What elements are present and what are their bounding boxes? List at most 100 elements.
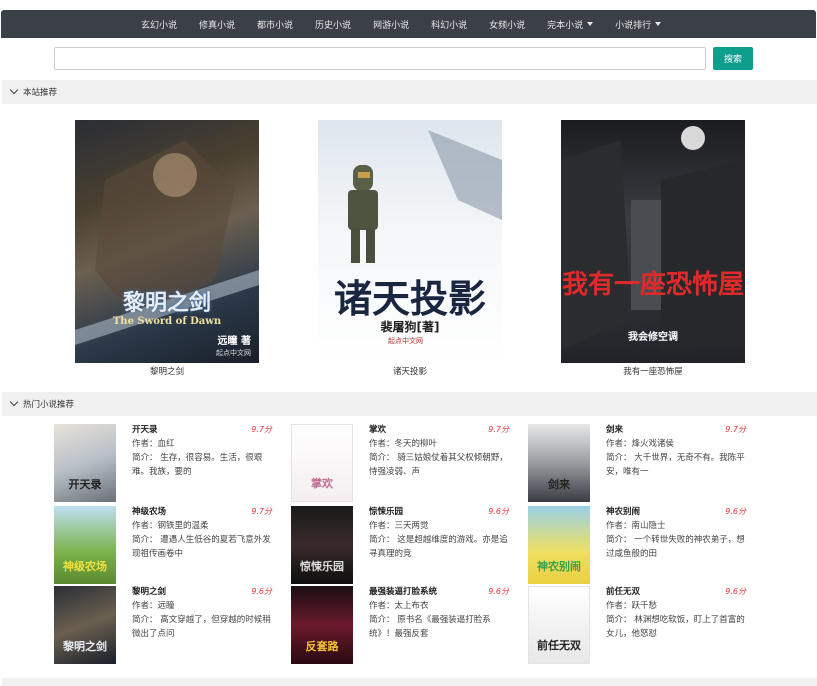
- cover-author: 我会修空调: [628, 332, 678, 343]
- book-author: 作者：跃千愁: [606, 601, 658, 611]
- book-cover[interactable]: 神农别闹: [528, 506, 590, 584]
- featured-book[interactable]: 诸天投影 裴屠狗[著] 起点中文网 诸天投影: [318, 120, 502, 377]
- hot-novel-item[interactable]: 黎明之剑 黎明之剑 9.6分 作者：远瞳 简介： 高文穿越了，但穿越的时候稍微出了点问: [54, 586, 276, 664]
- book-score: 9.6分: [488, 587, 509, 596]
- nav-item[interactable]: 完本小说: [547, 18, 594, 31]
- chevron-down-icon: [9, 397, 19, 407]
- cover-title: 我有一座恐怖屋: [561, 270, 744, 300]
- nav-item-label: 女频小说: [489, 20, 526, 31]
- nav-item[interactable]: 网游小说: [373, 18, 409, 31]
- nav-item[interactable]: 修真小说: [199, 18, 235, 31]
- book-cover[interactable]: 黎明之剑 The Sword of Dawn 远瞳 著 起点中文网: [75, 120, 259, 363]
- hot-novel-item[interactable]: 剑来 剑来 9.7分 作者：烽火戏诸侯 简介： 大千世界，无奇不有。我陈平安，唯有一: [528, 424, 750, 502]
- book-cover[interactable]: 惊悚乐园: [291, 506, 353, 584]
- book-author: 作者：南山隐士: [606, 521, 666, 531]
- book-info: 最强装逼打脸系统 9.6分 作者：太上布衣 简介： 原书名《最强装逼打脸系统》！最强反…: [369, 586, 513, 641]
- nav-item[interactable]: 玄幻小说: [141, 18, 177, 31]
- cover-title: 反套路: [305, 640, 339, 653]
- book-info: 开天录 9.7分 作者：血红 简介： 生存，很容易。生活，很艰难。我族，要的: [132, 424, 276, 479]
- cover-title: 神农别闹: [537, 560, 581, 573]
- book-description: 简介： 骑三姑娘仗着其父权倾朝野，恃强凌弱、声: [369, 453, 508, 477]
- hot-novel-item[interactable]: 神级农场 神级农场 9.7分 作者：钢铁里的温柔 简介： 遭遇人生低谷的夏若飞意外发现祖…: [54, 506, 276, 584]
- cover-subtitle: The Sword of Dawn: [112, 316, 222, 327]
- book-info: 神农别闹 9.6分 作者：南山隐士 简介： 一个转世失败的神农弟子，想过咸鱼般的田: [606, 506, 750, 561]
- cover-art: [561, 126, 745, 350]
- book-score: 9.7分: [251, 507, 272, 516]
- cover-title: 神级农场: [63, 560, 107, 573]
- book-score: 9.7分: [488, 425, 509, 434]
- book-cover[interactable]: 掌欢: [291, 424, 353, 502]
- nav-item-label: 完本小说: [547, 20, 584, 31]
- book-cover[interactable]: 剑来: [528, 424, 590, 502]
- top-navbar: 玄幻小说 修真小说 都市小说 历史小说 网游小说 科幻小说 女频小说 完本小说 小说排行: [1, 10, 816, 38]
- book-info: 前任无双 9.6分 作者：跃千愁 简介： 林渊想吃软饭，盯上了首富的女儿，他怒怼: [606, 586, 750, 641]
- book-cover[interactable]: 诸天投影 裴屠狗[著] 起点中文网: [318, 120, 502, 363]
- book-info: 黎明之剑 9.6分 作者：远瞳 简介： 高文穿越了，但穿越的时候稍微出了点问: [132, 586, 276, 641]
- book-description: 简介： 原书名《最强装逼打脸系统》！最强反套: [369, 615, 491, 639]
- cover-title: 开天录: [68, 478, 102, 491]
- book-cover[interactable]: 神级农场: [54, 506, 116, 584]
- hot-novel-item[interactable]: 掌欢 掌欢 9.7分 作者：冬天的柳叶 简介： 骑三姑娘仗着其父权倾朝野，恃强凌弱、声: [291, 424, 513, 502]
- hot-novel-item[interactable]: 前任无双 前任无双 9.6分 作者：跃千愁 简介： 林渊想吃软饭，盯上了首富的女儿，他怒…: [528, 586, 750, 664]
- book-description: 简介： 高文穿越了，但穿越的时候稍微出了点问: [132, 615, 271, 639]
- book-cover[interactable]: 开天录: [54, 424, 116, 502]
- section-header-hot[interactable]: 热门小说推荐: [2, 392, 817, 416]
- cover-title: 惊悚乐园: [300, 560, 344, 573]
- cover-publisher: 起点中文网: [216, 349, 251, 357]
- book-title[interactable]: 黎明之剑: [75, 365, 259, 377]
- book-description: 简介： 生存，很容易。生活，很艰难。我族，要的: [132, 453, 263, 477]
- cover-publisher: 起点中文网: [388, 337, 423, 345]
- nav-item[interactable]: 女频小说: [489, 18, 525, 31]
- book-score: 9.6分: [251, 587, 272, 596]
- nav-item-label: 玄幻小说: [141, 20, 178, 31]
- section-header-recommend[interactable]: 本站推荐: [2, 80, 817, 104]
- nav-item[interactable]: 历史小说: [315, 18, 351, 31]
- book-cover[interactable]: 黎明之剑: [54, 586, 116, 664]
- book-score: 9.6分: [725, 507, 746, 516]
- featured-book[interactable]: 我有一座恐怖屋 我会修空调 我有一座恐怖屋: [561, 120, 745, 377]
- book-score: 9.6分: [488, 507, 509, 516]
- cover-title: 剑来: [548, 478, 570, 491]
- hot-novel-item[interactable]: 反套路 最强装逼打脸系统 9.6分 作者：太上布衣 简介： 原书名《最强装逼打脸系统》！…: [291, 586, 513, 664]
- book-cover[interactable]: 前任无双: [528, 586, 590, 664]
- chevron-down-icon: [9, 85, 19, 95]
- book-title[interactable]: 诸天投影: [318, 365, 502, 377]
- nav-item[interactable]: 都市小说: [257, 18, 293, 31]
- cover-author: 裴屠狗[著]: [380, 320, 440, 334]
- book-author: 作者：冬天的柳叶: [369, 439, 438, 449]
- book-info: 神级农场 9.7分 作者：钢铁里的温柔 简介： 遭遇人生低谷的夏若飞意外发现祖传画卷中: [132, 506, 276, 561]
- book-description: 简介： 林渊想吃软饭，盯上了首富的女儿，他怒怼: [606, 615, 745, 639]
- nav-item-label: 科幻小说: [431, 20, 468, 31]
- book-cover[interactable]: 反套路: [291, 586, 353, 664]
- nav-item[interactable]: 小说排行: [615, 18, 662, 31]
- book-info: 惊悚乐园 9.6分 作者：三天两觉 简介： 这是超越维度的游戏。亦是追寻真理的竞: [369, 506, 513, 561]
- cover-title: 黎明之剑: [122, 290, 211, 316]
- section-title: 热门小说推荐: [23, 400, 75, 410]
- hot-novel-item[interactable]: 神农别闹 神农别闹 9.6分 作者：南山隐士 简介： 一个转世失败的神农弟子，想过咸鱼般…: [528, 506, 750, 584]
- featured-book[interactable]: 黎明之剑 The Sword of Dawn 远瞳 著 起点中文网 黎明之剑: [75, 120, 259, 377]
- caret-down-icon: [587, 22, 594, 26]
- search-input[interactable]: [54, 47, 706, 70]
- book-description: 简介： 大千世界，无奇不有。我陈平安，唯有一: [606, 453, 745, 477]
- cover-title: 诸天投影: [333, 276, 486, 321]
- book-author: 作者：钢铁里的温柔: [132, 521, 209, 531]
- book-author: 作者：远瞳: [132, 601, 175, 611]
- book-description: 简介： 这是超越维度的游戏。亦是追寻真理的竞: [369, 535, 508, 559]
- nav-menu: 玄幻小说 修真小说 都市小说 历史小说 网游小说 科幻小说 女频小说 完本小说 小说排行: [141, 10, 683, 38]
- search-button[interactable]: 搜索: [713, 47, 753, 70]
- nav-item-label: 修真小说: [199, 20, 236, 31]
- hot-novel-item[interactable]: 开天录 开天录 9.7分 作者：血红 简介： 生存，很容易。生活，很艰难。我族，要的: [54, 424, 276, 502]
- nav-item-label: 小说排行: [615, 20, 652, 31]
- book-title[interactable]: 我有一座恐怖屋: [561, 365, 745, 377]
- section-header-next: [2, 678, 817, 686]
- cover-title: 黎明之剑: [63, 640, 107, 653]
- book-score: 9.7分: [725, 425, 746, 434]
- caret-down-icon: [655, 22, 662, 26]
- book-author: 作者：烽火戏诸侯: [606, 439, 675, 449]
- cover-author: 远瞳 著: [217, 336, 251, 347]
- book-cover[interactable]: 我有一座恐怖屋 我会修空调: [561, 120, 745, 363]
- nav-item[interactable]: 科幻小说: [431, 18, 467, 31]
- hot-novel-item[interactable]: 惊悚乐园 惊悚乐园 9.6分 作者：三天两觉 简介： 这是超越维度的游戏。亦是追寻真理的…: [291, 506, 513, 584]
- cover-title: 前任无双: [537, 639, 581, 652]
- cover-title: 掌欢: [311, 477, 333, 490]
